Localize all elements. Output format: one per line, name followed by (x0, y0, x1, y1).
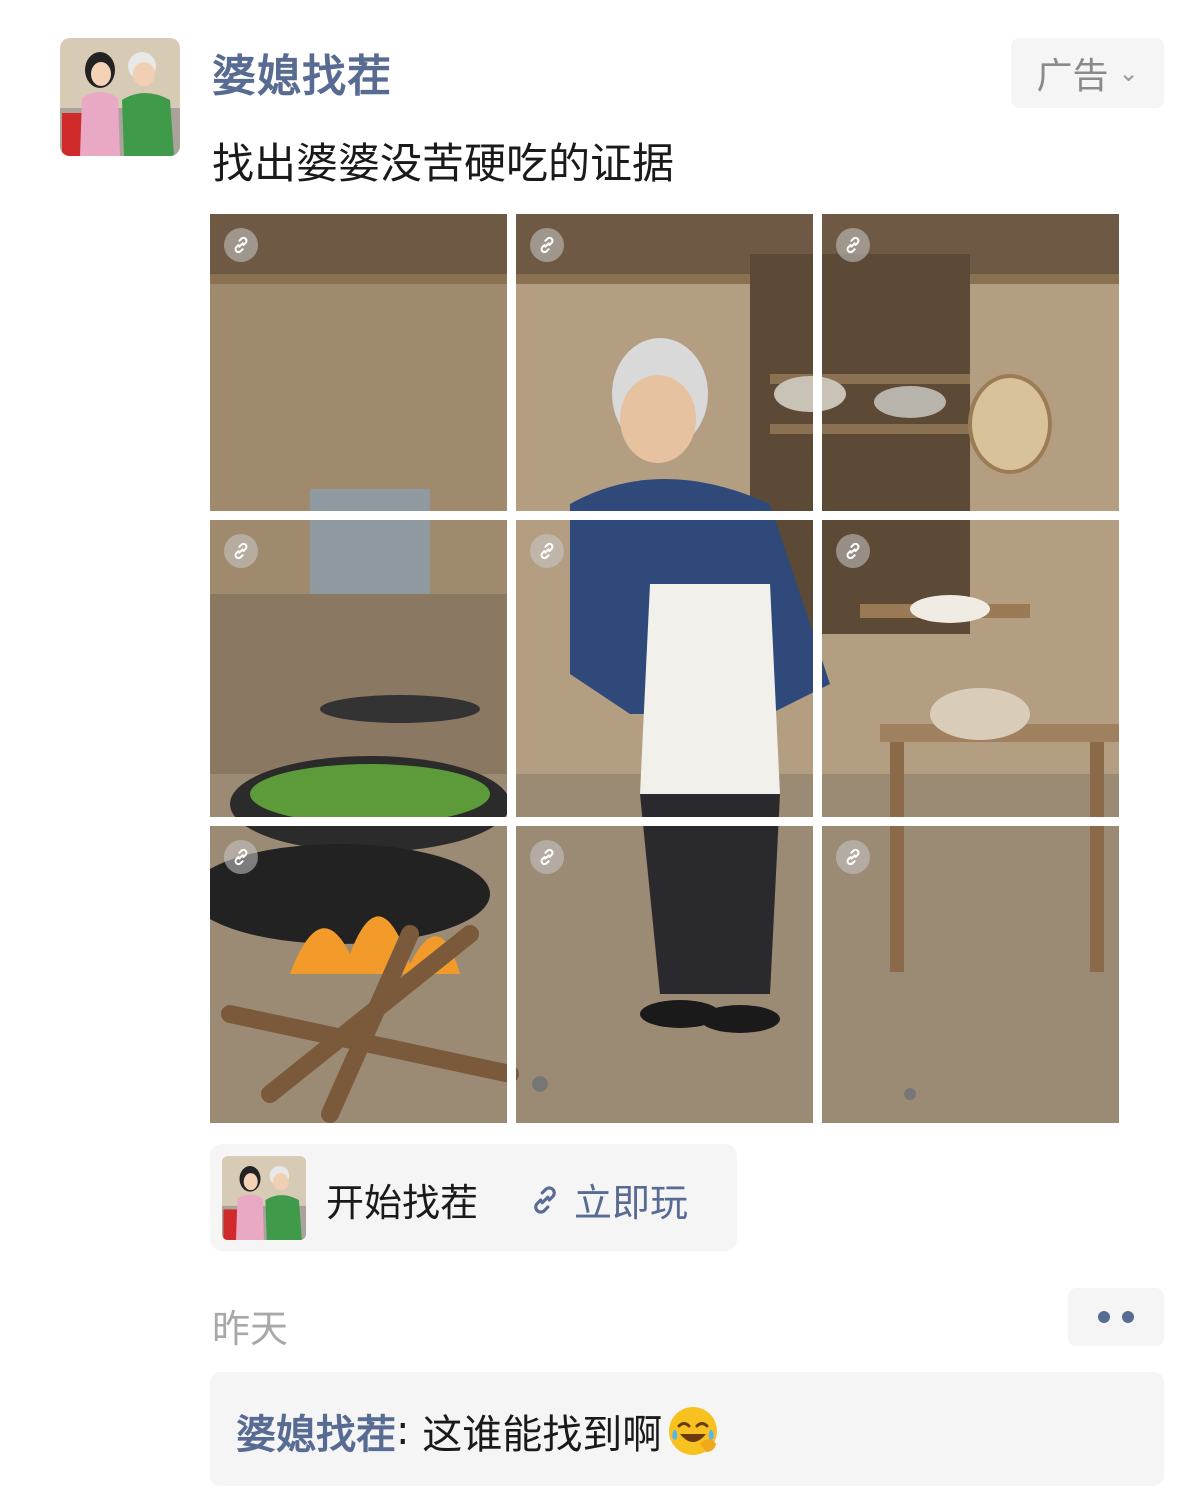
post-time: 昨天 (212, 1307, 289, 1351)
grid-image-4[interactable] (210, 520, 507, 817)
kitchen-scene-image (822, 214, 1119, 511)
kitchen-scene-image (210, 826, 507, 1123)
link-badge-icon (530, 534, 564, 568)
comment-box: 婆媳找茬 : 这谁能找到啊 (210, 1372, 1164, 1486)
dot-icon (1122, 1311, 1134, 1323)
author-name[interactable]: 婆媳找茬 (212, 40, 392, 104)
mini-program-card[interactable]: 开始找茬 立即玩 (210, 1144, 737, 1251)
link-badge-icon (836, 534, 870, 568)
link-badge-icon (836, 228, 870, 262)
image-grid (210, 214, 1119, 1123)
grid-image-8[interactable] (516, 826, 813, 1123)
kitchen-scene-image (516, 214, 813, 511)
link-badge-icon (530, 228, 564, 262)
ad-label: 广告 (1036, 56, 1109, 97)
ad-label-button[interactable]: 广告 ⌄ (1011, 38, 1164, 108)
comment-line: 婆媳找茬 : 这谁能找到啊 (236, 1402, 720, 1460)
link-badge-icon (224, 534, 258, 568)
kitchen-scene-image (822, 826, 1119, 1123)
kitchen-scene-image (822, 520, 1119, 817)
author-avatar[interactable] (60, 38, 180, 156)
grid-image-6[interactable] (822, 520, 1119, 817)
comment-text: 这谁能找到啊 (422, 1412, 663, 1458)
comment-author[interactable]: 婆媳找茬 (236, 1402, 396, 1460)
kitchen-scene-image (516, 826, 813, 1123)
kitchen-scene-image (210, 214, 507, 511)
mini-program-avatar (222, 1156, 306, 1240)
grid-image-7[interactable] (210, 826, 507, 1123)
link-badge-icon (224, 840, 258, 874)
chevron-down-icon: ⌄ (1118, 59, 1139, 87)
laughing-crying-emoji-icon (669, 1407, 718, 1455)
play-now-label: 立即玩 (574, 1181, 689, 1225)
grid-image-5[interactable] (516, 520, 813, 817)
grid-image-2[interactable] (516, 214, 813, 511)
dot-icon (1098, 1311, 1110, 1323)
link-icon (534, 1185, 556, 1214)
grid-image-1[interactable] (210, 214, 507, 511)
card-title: 开始找茬 (326, 1181, 479, 1225)
link-badge-icon (836, 840, 870, 874)
grid-image-3[interactable] (822, 214, 1119, 511)
grid-image-9[interactable] (822, 826, 1119, 1123)
link-badge-icon (224, 228, 258, 262)
link-badge-icon (530, 840, 564, 874)
kitchen-scene-image (210, 520, 507, 817)
more-options-button[interactable] (1068, 1288, 1164, 1346)
post-caption: 找出婆婆没苦硬吃的证据 (212, 139, 675, 188)
play-now-button[interactable]: 立即玩 (528, 1172, 688, 1227)
comment-separator: : (396, 1408, 423, 1454)
kitchen-scene-image (516, 520, 813, 817)
